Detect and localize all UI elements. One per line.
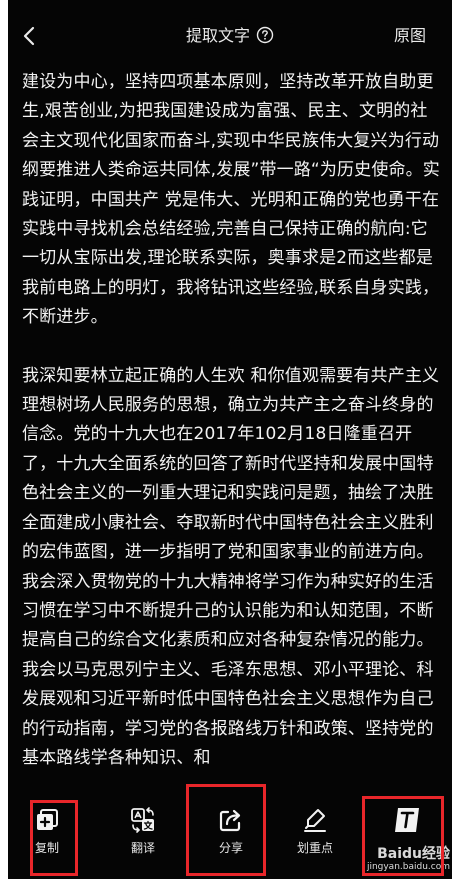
translate-label: 翻译 <box>130 841 155 855</box>
highlight-key-points-button[interactable]: 划重点 <box>278 798 352 872</box>
header-bar: 提取文字 原图 <box>8 14 452 58</box>
copy-label: 复制 <box>34 841 59 855</box>
share-icon <box>219 809 241 832</box>
baidu-watermark: Baidu经验 jingyan.baidu.com <box>367 846 450 873</box>
share-label: 分享 <box>218 841 243 855</box>
share-button[interactable]: 分享 <box>194 798 268 872</box>
text-paragraph: 我深知要林立起正确的人生欢 和你值观需要有共产主义理想树场人民服务的思想，确立为… <box>22 365 440 768</box>
highlighter-icon <box>304 809 326 832</box>
page-title: 提取文字 <box>185 26 250 45</box>
watermark-brand: Baidu经验 <box>377 846 450 862</box>
bottom-toolbar: 复制 翻译 分享 划重点 Baidu经验 jingyan.baidu.com <box>8 796 452 879</box>
translate-button[interactable]: 翻译 <box>106 798 180 872</box>
watermark-url: jingyan.baidu.com <box>366 862 450 872</box>
text-paragraph: 建设为中心，坚持四项基本原则，坚持改革开放自助更生,艰苦创业,为把我国建设成为富… <box>22 72 440 328</box>
extracted-text-area[interactable]: 建设为中心，坚持四项基本原则，坚持改革开放自助更生,艰苦创业,为把我国建设成为富… <box>22 68 442 788</box>
page-title-group: 提取文字 <box>8 24 452 48</box>
copy-button[interactable]: 复制 <box>10 798 84 872</box>
text-format-icon <box>395 808 419 832</box>
screen: 提取文字 原图 建设为中心，坚持四项基本原则，坚持改革开放自助更生,艰苦创业,为… <box>8 0 452 879</box>
highlight-label: 划重点 <box>296 841 333 855</box>
help-icon[interactable] <box>256 26 274 44</box>
original-image-button[interactable]: 原图 <box>394 24 426 48</box>
translate-icon <box>131 807 154 833</box>
copy-icon <box>37 809 58 830</box>
